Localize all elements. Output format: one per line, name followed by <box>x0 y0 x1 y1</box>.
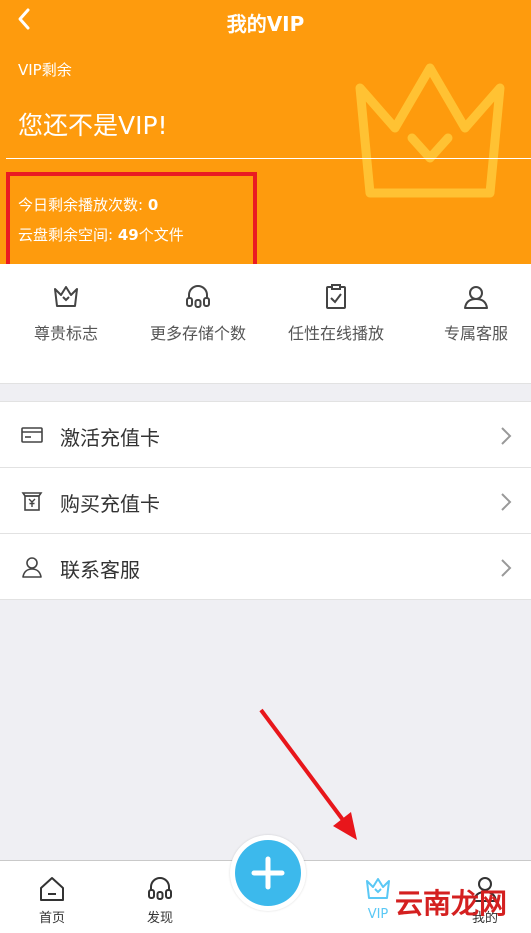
add-button[interactable] <box>230 835 306 911</box>
site-watermark: 云南龙网 <box>395 887 508 920</box>
vip-features: 尊贵标志 更多存储个数 任性在线播放 专属客服 <box>0 264 531 384</box>
crown-icon <box>366 878 390 899</box>
page-title: 我的VIP <box>226 12 305 36</box>
card-icon <box>21 427 43 443</box>
vip-menu: 激活充值卡 购买充值卡 联系客服 <box>0 401 531 600</box>
chevron-right-icon <box>501 493 512 511</box>
crown-watermark-icon <box>355 63 505 198</box>
headphones-icon <box>186 285 210 308</box>
highlight-box <box>6 172 257 275</box>
menu-activate-card[interactable]: 激活充值卡 <box>0 402 531 468</box>
menu-label: 购买充值卡 <box>60 492 160 516</box>
vip-remaining-label: VIP剩余 <box>18 61 72 79</box>
tab-home[interactable]: 首页 <box>12 875 92 926</box>
feature-online-play[interactable]: 任性在线播放 <box>270 284 402 344</box>
menu-label: 激活充值卡 <box>60 426 160 450</box>
user-icon <box>22 557 42 578</box>
feature-support[interactable]: 专属客服 <box>410 284 531 344</box>
annotation-arrow-icon <box>259 708 357 840</box>
menu-buy-card[interactable]: 购买充值卡 <box>0 468 531 534</box>
headphones-icon <box>148 877 172 900</box>
feature-badge[interactable]: 尊贵标志 <box>0 284 132 344</box>
chevron-right-icon <box>501 427 512 445</box>
yen-box-icon <box>21 492 43 511</box>
clipboard-check-icon <box>326 284 346 309</box>
home-icon <box>40 877 64 901</box>
chevron-right-icon <box>501 559 512 577</box>
menu-label: 联系客服 <box>60 558 140 582</box>
user-icon <box>464 286 488 309</box>
vip-status-text: 您还不是VIP! <box>18 111 168 140</box>
feature-storage[interactable]: 更多存储个数 <box>132 284 264 344</box>
tab-discover[interactable]: 发现 <box>120 875 200 926</box>
plus-icon <box>251 856 285 890</box>
add-button-circle <box>235 840 301 906</box>
header-divider <box>6 158 531 159</box>
crown-icon <box>54 286 78 307</box>
menu-contact-support[interactable]: 联系客服 <box>0 534 531 600</box>
